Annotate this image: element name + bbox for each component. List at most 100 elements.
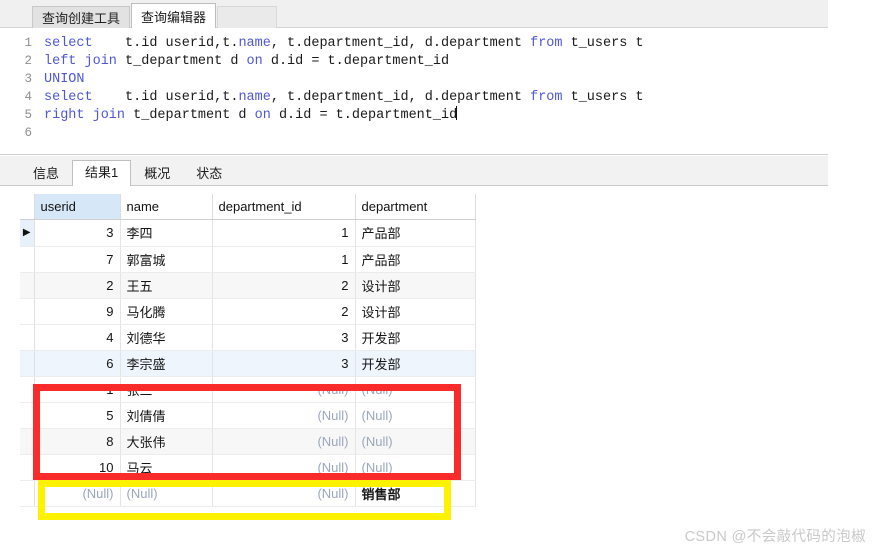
result-tab-概况[interactable]: 概况 [131, 162, 183, 186]
row-marker-icon [20, 376, 35, 403]
row-cell-department[interactable]: (Null) [355, 376, 476, 403]
row-cell-name[interactable]: 张三 [120, 376, 213, 403]
row-cell-name[interactable]: 刘倩倩 [120, 402, 213, 429]
grid-body[interactable]: ▶ 3 李四 1 产品部 7 郭富城 1 产品部 2 王五 2 设计部 9 马化腾 2 设计部 4 刘德华 3 开发部 6… [20, 219, 476, 507]
table-row[interactable]: ▶ 3 李四 1 产品部 [20, 219, 476, 247]
row-cell-userid[interactable]: 2 [34, 272, 121, 299]
sql-line-4: 4 select t.id userid,t.name, t.department… [0, 88, 828, 106]
row-marker-icon [20, 428, 35, 455]
row-cell-userid[interactable]: 7 [34, 246, 121, 273]
table-row[interactable]: 5 刘倩倩 (Null) (Null) [20, 402, 476, 429]
table-row[interactable]: 10 马云 (Null) (Null) [20, 454, 476, 481]
row-cell-department-id[interactable]: 1 [212, 246, 356, 273]
sql-line-text: UNION [44, 72, 85, 87]
table-row[interactable]: 9 马化腾 2 设计部 [20, 298, 476, 325]
table-row[interactable]: 2 王五 2 设计部 [20, 272, 476, 299]
row-cell-department[interactable]: 开发部 [355, 350, 476, 377]
row-marker-icon: ▶ [20, 219, 35, 247]
sql-code-area[interactable]: 1 select t.id userid,t.name, t.department… [0, 28, 828, 142]
row-cell-name[interactable]: 李宗盛 [120, 350, 213, 377]
sql-line-text: select t.id userid,t.name, t.department_… [44, 90, 644, 105]
row-marker-icon [20, 402, 35, 429]
row-marker-icon [20, 246, 35, 273]
watermark: CSDN @不会敲代码的泡椒 [684, 529, 866, 545]
table-row[interactable]: 1 张三 (Null) (Null) [20, 376, 476, 403]
result-tab-结果1[interactable]: 结果1 [72, 160, 132, 186]
row-cell-userid[interactable]: 10 [34, 454, 121, 481]
row-cell-department-id[interactable]: 3 [212, 350, 356, 377]
sql-line-2: 2 left join t_department d on d.id = t.de… [0, 52, 828, 70]
row-cell-department[interactable]: (Null) [355, 402, 476, 429]
sql-line-text: select t.id userid,t.name, t.department_… [44, 36, 644, 51]
sql-line-text: left join t_department d on d.id = t.dep… [44, 54, 450, 69]
row-cell-department[interactable]: (Null) [355, 428, 476, 455]
editor-tablist: 查询创建工具 查询编辑器 [32, 3, 278, 28]
sql-line-number: 6 [24, 126, 32, 140]
table-row[interactable]: 8 大张伟 (Null) (Null) [20, 428, 476, 455]
row-cell-name[interactable]: 马化腾 [120, 298, 213, 325]
grid-header-department-id[interactable]: department_id [212, 194, 356, 220]
row-cell-userid[interactable]: 9 [34, 298, 121, 325]
row-marker-icon [20, 350, 35, 377]
row-cell-department-id[interactable]: 1 [212, 219, 356, 247]
row-cell-department-id[interactable]: 2 [212, 298, 356, 325]
tab-query-editor[interactable]: 查询编辑器 [131, 3, 217, 28]
result-tab-状态[interactable]: 状态 [183, 162, 235, 186]
row-cell-userid[interactable]: 4 [34, 324, 121, 351]
text-caret [456, 106, 458, 120]
sql-line-number: 3 [24, 72, 32, 86]
row-cell-department-id[interactable]: (Null) [212, 454, 356, 481]
row-cell-department[interactable]: 设计部 [355, 298, 476, 325]
row-cell-department-id[interactable]: (Null) [212, 376, 356, 403]
row-cell-name[interactable]: (Null) [120, 480, 213, 507]
tab-query-builder[interactable]: 查询创建工具 [32, 6, 131, 28]
table-row[interactable]: 4 刘德华 3 开发部 [20, 324, 476, 351]
sql-line-5: 5 right join t_department d on d.id = t.d… [0, 106, 828, 124]
row-cell-userid[interactable]: (Null) [34, 480, 121, 507]
row-cell-name[interactable]: 李四 [120, 219, 213, 247]
row-marker-icon [20, 454, 35, 481]
sql-editor[interactable]: 1 select t.id userid,t.name, t.department… [0, 28, 828, 155]
row-cell-userid[interactable]: 5 [34, 402, 121, 429]
row-marker-icon [20, 272, 35, 299]
row-cell-department[interactable]: 开发部 [355, 324, 476, 351]
result-tabstrip: 信息 结果1 概况 状态 [0, 156, 828, 186]
row-cell-userid[interactable]: 6 [34, 350, 121, 377]
sql-line-number: 4 [24, 90, 32, 104]
row-cell-department[interactable]: 设计部 [355, 272, 476, 299]
row-cell-department[interactable]: 产品部 [355, 219, 476, 247]
row-marker-icon [20, 324, 35, 351]
row-cell-name[interactable]: 马云 [120, 454, 213, 481]
row-cell-department-id[interactable]: (Null) [212, 402, 356, 429]
row-cell-department-id[interactable]: 2 [212, 272, 356, 299]
table-row[interactable]: (Null) (Null) (Null) 销售部 [20, 480, 476, 507]
row-cell-department-id[interactable]: (Null) [212, 480, 356, 507]
right-gutter [828, 0, 883, 556]
sql-line-number: 1 [24, 36, 32, 50]
row-cell-department[interactable]: (Null) [355, 454, 476, 481]
row-cell-userid[interactable]: 8 [34, 428, 121, 455]
row-marker-icon [20, 480, 35, 507]
grid-header-row: userid name department_id department [20, 194, 476, 220]
row-cell-name[interactable]: 郭富城 [120, 246, 213, 273]
grid-header-userid[interactable]: userid [34, 194, 121, 220]
sql-line-3: 3 UNION [0, 70, 828, 88]
row-cell-department-id[interactable]: 3 [212, 324, 356, 351]
row-cell-userid[interactable]: 1 [34, 376, 121, 403]
row-marker-icon [20, 298, 35, 325]
row-cell-name[interactable]: 王五 [120, 272, 213, 299]
row-cell-department[interactable]: 销售部 [355, 480, 476, 507]
row-cell-department-id[interactable]: (Null) [212, 428, 356, 455]
grid-header-name[interactable]: name [120, 194, 213, 220]
result-grid-panel: userid name department_id department ▶ 3 李… [0, 186, 828, 526]
row-cell-name[interactable]: 大张伟 [120, 428, 213, 455]
table-row[interactable]: 6 李宗盛 3 开发部 [20, 350, 476, 377]
grid-header-department[interactable]: department [355, 194, 476, 220]
row-cell-userid[interactable]: 3 [34, 219, 121, 247]
table-row[interactable]: 7 郭富城 1 产品部 [20, 246, 476, 273]
result-tab-信息[interactable]: 信息 [20, 162, 72, 186]
result-grid[interactable]: userid name department_id department ▶ 3 李… [20, 194, 476, 507]
row-cell-name[interactable]: 刘德华 [120, 324, 213, 351]
row-cell-department[interactable]: 产品部 [355, 246, 476, 273]
sql-line-1: 1 select t.id userid,t.name, t.department… [0, 34, 828, 52]
